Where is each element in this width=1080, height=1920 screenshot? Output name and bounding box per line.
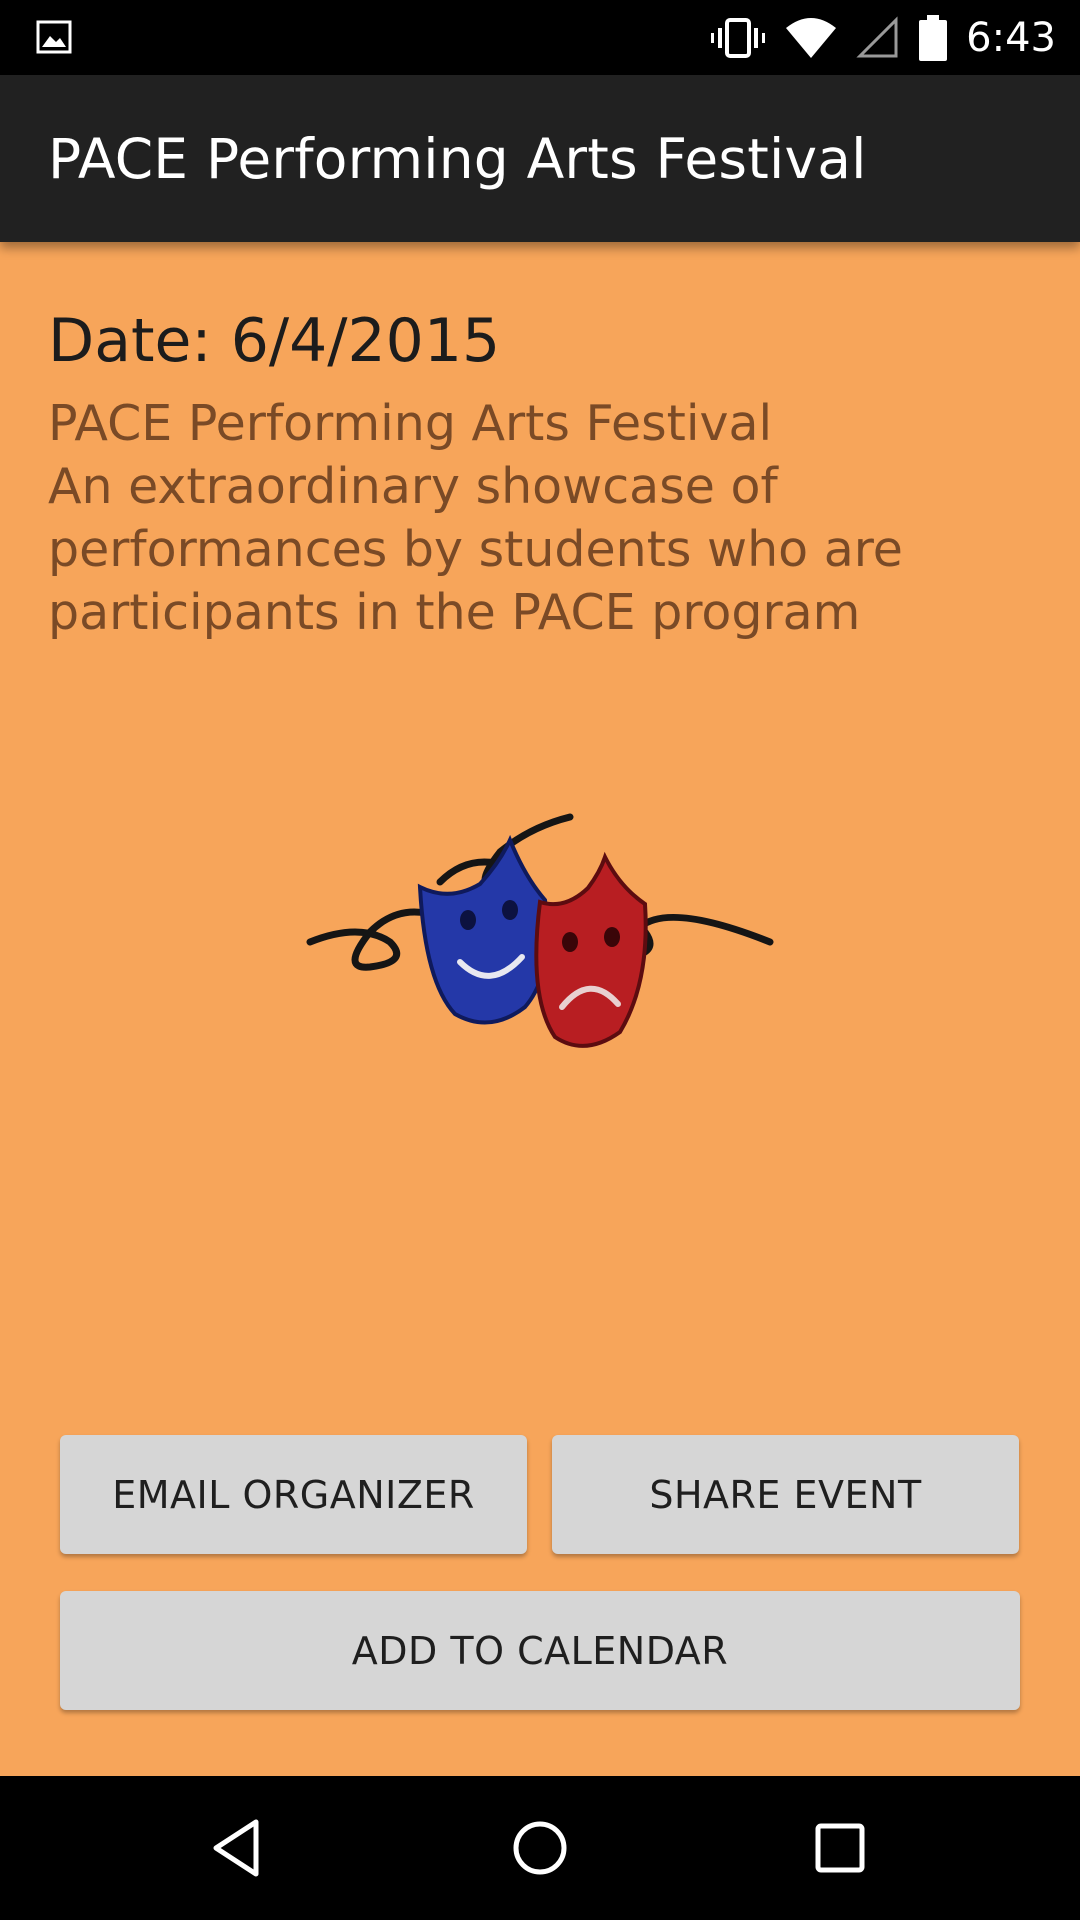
theater-masks-icon	[306, 813, 774, 1048]
vibrate-icon	[711, 17, 766, 58]
event-date: Date: 6/4/2015	[48, 306, 501, 376]
image-notification-icon	[36, 20, 72, 54]
cell-signal-icon	[856, 15, 898, 57]
email-organizer-button[interactable]: EMAIL ORGANIZER	[60, 1435, 527, 1554]
home-icon[interactable]	[504, 1812, 576, 1884]
event-detail: Date: 6/4/2015 PACE Performing Arts Fest…	[0, 242, 1080, 1776]
app-bar: PACE Performing Arts Festival	[0, 75, 1080, 242]
status-icons: 6:43	[710, 0, 1056, 75]
back-icon[interactable]	[204, 1812, 276, 1884]
battery-icon	[919, 14, 948, 61]
event-description: PACE Performing Arts Festival An extraor…	[48, 395, 903, 641]
clock: 6:43	[966, 14, 1056, 61]
add-to-calendar-button[interactable]: ADD TO CALENDAR	[60, 1591, 1020, 1710]
page-title: PACE Performing Arts Festival	[48, 126, 867, 191]
wifi-icon	[786, 17, 837, 58]
status-bar: 6:43	[0, 0, 1080, 75]
navigation-bar	[0, 1776, 1080, 1920]
recents-icon[interactable]	[804, 1812, 876, 1884]
share-event-button[interactable]: SHARE EVENT	[552, 1435, 1019, 1554]
